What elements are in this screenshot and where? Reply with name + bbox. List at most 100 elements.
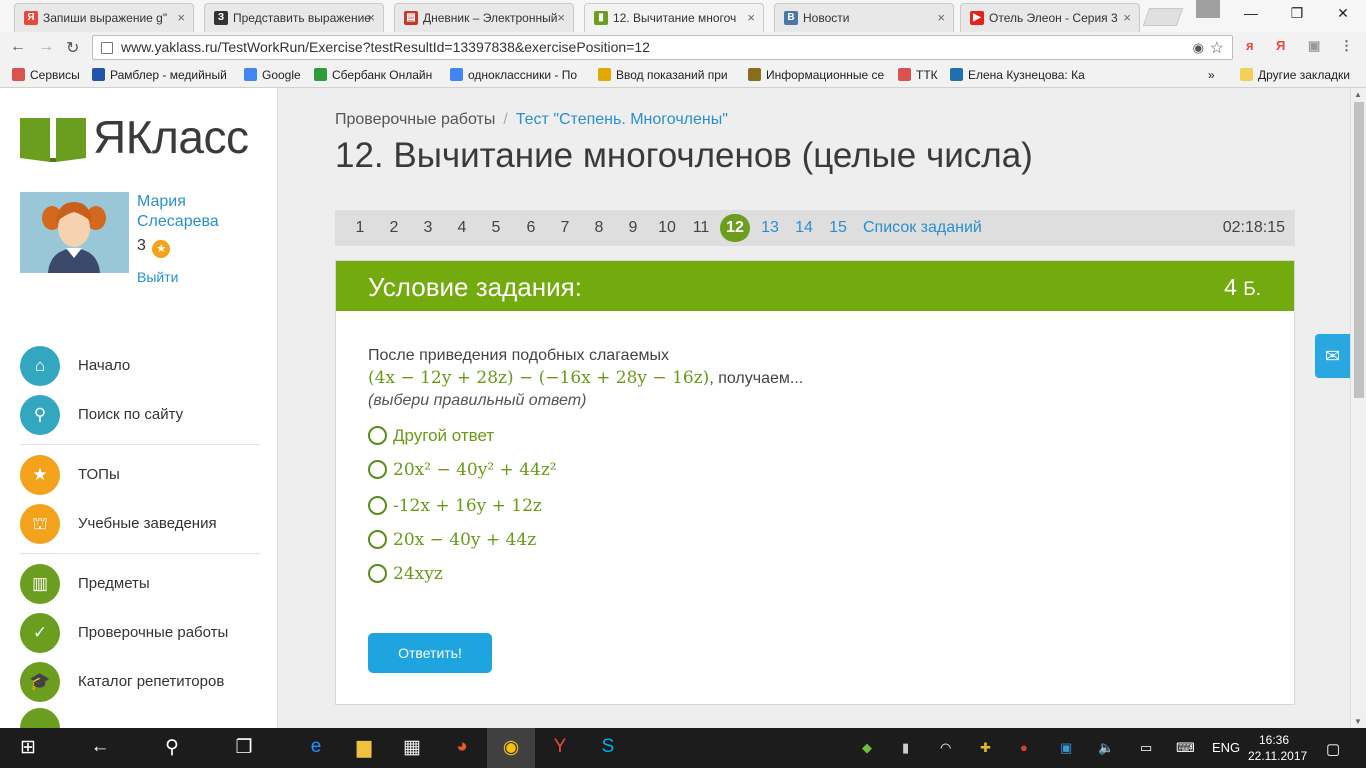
- sidebar-item[interactable]: ★ ТОПы: [20, 455, 260, 495]
- question-number-button[interactable]: 11: [687, 219, 715, 237]
- question-number-button[interactable]: 8: [585, 219, 613, 237]
- radio-button[interactable]: [368, 460, 387, 479]
- tray-plus-icon[interactable]: ✚: [980, 740, 991, 756]
- radio-button[interactable]: [368, 426, 387, 445]
- browser-extension-icon[interactable]: ▣: [1308, 38, 1320, 54]
- browser-extension-icon[interactable]: Я: [1276, 38, 1285, 53]
- avatar[interactable]: [20, 192, 129, 273]
- sidebar-item[interactable]: 🎓 Каталог репетиторов: [20, 662, 260, 702]
- question-number-button[interactable]: 4: [448, 219, 476, 237]
- feedback-mail-button[interactable]: ✉: [1315, 334, 1350, 378]
- bookmark-item[interactable]: Ввод показаний при: [598, 68, 728, 82]
- page-info-icon[interactable]: [101, 42, 113, 54]
- reload-button[interactable]: ↻: [66, 38, 79, 58]
- maximize-button[interactable]: ❐: [1274, 0, 1320, 28]
- sidebar-item[interactable]: ⌂ Начало: [20, 346, 260, 386]
- question-number-button[interactable]: 15: [824, 219, 852, 237]
- tab-close-icon[interactable]: ×: [177, 10, 185, 25]
- question-number-button[interactable]: 1: [346, 219, 374, 237]
- bookmark-item[interactable]: одноклассники - По: [450, 68, 577, 82]
- bookmark-item[interactable]: Елена Кузнецова: Ка: [950, 68, 1085, 82]
- question-number-button[interactable]: 10: [653, 219, 681, 237]
- radio-button[interactable]: [368, 530, 387, 549]
- battery-icon[interactable]: ▭: [1140, 740, 1152, 756]
- taskbar-search-button[interactable]: ⚲: [160, 736, 184, 759]
- usb-icon[interactable]: ▮: [902, 740, 909, 756]
- radio-button[interactable]: [368, 564, 387, 583]
- radio-button[interactable]: [368, 496, 387, 515]
- close-window-button[interactable]: ✕: [1320, 0, 1366, 28]
- question-number-button[interactable]: 14: [790, 219, 818, 237]
- bookmark-item[interactable]: ТТК: [898, 68, 938, 82]
- breadcrumb-test-link[interactable]: Тест "Степень. Многочлены": [516, 111, 728, 128]
- chrome-icon[interactable]: ◉: [487, 728, 535, 768]
- question-number-button[interactable]: 2: [380, 219, 408, 237]
- task-view-button[interactable]: ❐: [232, 736, 256, 759]
- browser-tab[interactable]: ▮ 12. Вычитание многоч ×: [584, 3, 764, 32]
- back-button[interactable]: ←: [10, 38, 26, 56]
- yandex-browser-icon[interactable]: Y: [548, 736, 572, 758]
- edge-icon[interactable]: e: [304, 736, 328, 758]
- bookmark-item[interactable]: Информационные се: [748, 68, 884, 82]
- question-number-button[interactable]: 12: [720, 214, 750, 242]
- browser-tab[interactable]: Я Запиши выражение g" ×: [14, 3, 194, 32]
- explorer-icon[interactable]: ▆: [352, 736, 376, 759]
- url-input[interactable]: [121, 39, 1181, 55]
- camera-blocked-icon[interactable]: ◉: [1193, 40, 1204, 56]
- browser-tab[interactable]: З Представить выражение ×: [204, 3, 384, 32]
- sidebar-item[interactable]: ✓ Проверочные работы: [20, 613, 260, 653]
- scroll-up-arrow-icon[interactable]: ▲: [1354, 90, 1362, 99]
- tab-close-icon[interactable]: ×: [1123, 10, 1131, 25]
- question-number-button[interactable]: 6: [517, 219, 545, 237]
- system-clock[interactable]: 16:36 22.11.2017: [1248, 732, 1307, 764]
- bookmarks-overflow-button[interactable]: »: [1208, 68, 1215, 82]
- question-number-button[interactable]: 13: [756, 219, 784, 237]
- scrollbar-thumb[interactable]: [1354, 102, 1364, 398]
- scroll-down-arrow-icon[interactable]: ▼: [1354, 717, 1362, 726]
- question-number-button[interactable]: 7: [551, 219, 579, 237]
- sidebar-item[interactable]: ▥ Предметы: [20, 564, 260, 604]
- start-button[interactable]: ⊞: [16, 736, 40, 759]
- browser-tab[interactable]: ▶ Отель Элеон - Серия 3 ×: [960, 3, 1140, 32]
- tab-close-icon[interactable]: ×: [557, 10, 565, 25]
- tray-app-icon[interactable]: ◆: [862, 740, 872, 756]
- profile-icon[interactable]: [1196, 0, 1220, 18]
- new-tab-button[interactable]: [1142, 8, 1184, 26]
- forward-button[interactable]: →: [38, 38, 54, 56]
- answer-option[interactable]: 20x² − 40y² + 44z²: [368, 460, 557, 484]
- tab-close-icon[interactable]: ×: [747, 10, 755, 25]
- page-scrollbar[interactable]: ▲ ▼: [1350, 88, 1366, 728]
- other-bookmarks[interactable]: Другие закладки: [1240, 68, 1350, 82]
- answer-option[interactable]: Другой ответ: [368, 426, 494, 450]
- bookmark-star-icon[interactable]: ☆: [1210, 38, 1224, 58]
- taskbar-back-button[interactable]: ←: [88, 736, 112, 758]
- browser-tab[interactable]: ▤ Дневник – Электронный ×: [394, 3, 574, 32]
- logout-link[interactable]: Выйти: [137, 269, 178, 285]
- question-number-button[interactable]: 5: [482, 219, 510, 237]
- tray-red-icon[interactable]: ●: [1020, 740, 1028, 755]
- volume-icon[interactable]: 🔈: [1098, 740, 1114, 756]
- sidebar-item-more[interactable]: [20, 708, 260, 728]
- browser-extension-icon[interactable]: ⋮: [1340, 38, 1353, 54]
- browser-extension-icon[interactable]: я: [1246, 38, 1254, 53]
- breadcrumb-root[interactable]: Проверочные работы: [335, 111, 495, 128]
- sidebar-item[interactable]: ⛫ Учебные заведения: [20, 504, 260, 544]
- paint-icon[interactable]: ◕: [450, 736, 474, 758]
- tray-blue-icon[interactable]: ▣: [1060, 740, 1072, 756]
- keyboard-icon[interactable]: ⌨: [1176, 740, 1195, 756]
- answer-option[interactable]: 24xyz: [368, 564, 443, 588]
- question-number-button[interactable]: 3: [414, 219, 442, 237]
- skype-icon[interactable]: S: [596, 736, 620, 758]
- answer-option[interactable]: 20x − 40y + 44z: [368, 530, 536, 554]
- bookmark-item[interactable]: Рамблер - медийный: [92, 68, 227, 82]
- store-icon[interactable]: ▦: [400, 736, 424, 759]
- submit-answer-button[interactable]: Ответить!: [368, 633, 492, 673]
- language-indicator[interactable]: ENG: [1212, 740, 1240, 755]
- notifications-icon[interactable]: ▢: [1326, 740, 1340, 758]
- tab-close-icon[interactable]: ×: [937, 10, 945, 25]
- user-name[interactable]: Мария Слесарева: [137, 192, 267, 232]
- answer-option[interactable]: -12x + 16y + 12z: [368, 496, 542, 520]
- bookmark-item[interactable]: Сбербанк Онлайн: [314, 68, 432, 82]
- address-bar[interactable]: ◉ ☆: [92, 35, 1233, 60]
- sidebar-item[interactable]: ⚲ Поиск по сайту: [20, 395, 260, 435]
